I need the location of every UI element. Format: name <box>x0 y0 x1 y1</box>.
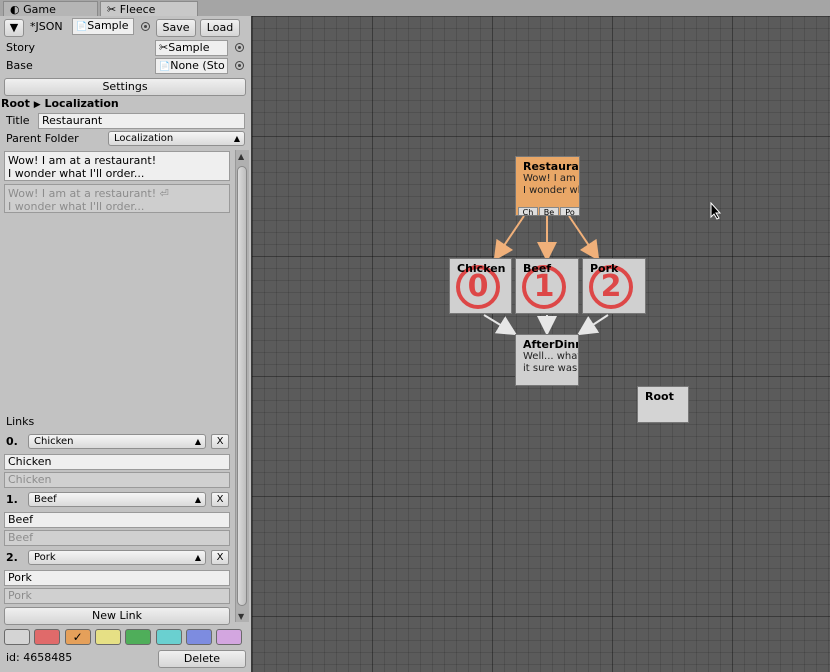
link-target-dropdown[interactable]: Pork ▲︎ <box>28 550 206 565</box>
story-field[interactable]: ✂Sample <box>155 40 228 56</box>
updown-arrows-icon: ▲︎ <box>194 495 201 504</box>
scroll-up-icon[interactable]: ▲ <box>238 152 244 161</box>
link-tab[interactable]: Ch <box>518 207 538 215</box>
document-icon: 📄 <box>76 22 88 32</box>
link-target-value: Chicken <box>34 436 74 447</box>
story-graph-canvas[interactable]: Restaurant Wow! I am at a restaurant! I … <box>251 16 830 672</box>
editor-tab-bar: ◐ Game ✂ Fleece Editor <box>0 0 830 31</box>
link-text-input[interactable]: Pork <box>4 570 230 586</box>
delete-button[interactable]: Delete <box>158 650 246 668</box>
link-index: 0. <box>6 435 18 448</box>
link-target-value: Beef <box>34 494 57 505</box>
node-text: Wow! I am at a restaurant! I wonder what… <box>523 173 579 196</box>
color-swatch[interactable]: ✓ <box>64 629 91 645</box>
link-index: 2. <box>6 551 18 564</box>
node-link-tabs: Ch Be Po <box>516 207 579 215</box>
tab-game-label: Game <box>23 3 56 16</box>
link-target-value: Pork <box>34 552 56 563</box>
tab-fleece-editor[interactable]: ✂ Fleece Editor <box>100 1 198 31</box>
breadcrumb: Root ▶ Localization <box>1 97 119 110</box>
fleece-icon: ✂ <box>159 41 169 54</box>
base-value: None (Sto <box>170 59 225 72</box>
edge-restaurant-chicken <box>493 215 525 261</box>
color-swatch[interactable] <box>185 629 212 645</box>
parent-folder-dropdown[interactable]: Localization ▲︎ <box>108 131 245 146</box>
remove-link-button[interactable]: X <box>211 550 229 565</box>
story-value: Sample <box>168 41 210 54</box>
story-picker-icon[interactable] <box>235 43 244 52</box>
link-index: 1. <box>6 493 18 506</box>
graph-node-beef[interactable]: Beef 1 <box>515 258 579 314</box>
new-link-button[interactable]: New Link <box>4 607 230 625</box>
color-swatch[interactable] <box>34 629 61 645</box>
node-text: Well... what a meal it sure was. <box>523 351 579 374</box>
node-title: Restaurant <box>523 160 579 173</box>
link-text-preview: Pork <box>4 588 230 604</box>
graph-node-chicken[interactable]: Chicken 0 <box>449 258 512 314</box>
graph-node-pork[interactable]: Pork 2 <box>582 258 646 314</box>
breadcrumb-separator-icon: ▶ <box>33 100 41 110</box>
node-title: Pork <box>590 262 619 275</box>
breadcrumb-root[interactable]: Root <box>1 97 30 110</box>
breadcrumb-current: Localization <box>44 97 119 110</box>
color-swatch[interactable] <box>155 629 182 645</box>
base-label: Base <box>6 59 33 72</box>
updown-arrows-icon: ▲︎ <box>194 437 201 446</box>
tab-game[interactable]: ◐ Game <box>3 1 98 16</box>
parent-folder-value: Localization <box>114 133 174 144</box>
node-id-label: id: 4658485 <box>6 651 73 664</box>
remove-link-button[interactable]: X <box>211 434 229 449</box>
color-swatch[interactable] <box>4 629 30 645</box>
link-text-preview: Chicken <box>4 472 230 488</box>
object-picker-icon[interactable] <box>141 22 150 31</box>
graph-node-restaurant[interactable]: Restaurant Wow! I am at a restaurant! I … <box>515 156 580 216</box>
color-swatch[interactable] <box>216 629 243 645</box>
graph-node-afterdinner[interactable]: AfterDinner Well... what a meal it sure … <box>515 334 579 386</box>
title-label: Title <box>6 114 30 127</box>
settings-button[interactable]: Settings <box>4 78 246 96</box>
links-header: Links <box>6 415 35 428</box>
save-button[interactable]: Save <box>156 19 196 37</box>
mouse-cursor-icon <box>710 202 722 220</box>
link-text-input[interactable]: Chicken <box>4 454 230 470</box>
passage-text-input[interactable]: Wow! I am at a restaurant! I wonder what… <box>4 151 230 181</box>
document-icon: 📄 <box>159 62 171 72</box>
checkmark-icon: ✓ <box>72 630 83 644</box>
node-title: Root <box>645 390 674 403</box>
edge-pork-afterdinner <box>576 314 609 336</box>
link-tab[interactable]: Po <box>560 207 579 215</box>
scroll-down-icon[interactable]: ▼ <box>238 612 244 621</box>
story-label: Story <box>6 41 36 54</box>
base-field[interactable]: 📄None (Sto <box>155 58 228 74</box>
link-text-preview: Beef <box>4 530 230 546</box>
remove-link-button[interactable]: X <box>211 492 229 507</box>
link-text-input[interactable]: Beef <box>4 512 230 528</box>
link-target-dropdown[interactable]: Chicken ▲︎ <box>28 434 206 449</box>
color-swatch[interactable] <box>125 629 152 645</box>
load-button[interactable]: Load <box>200 19 240 37</box>
edge-chicken-afterdinner <box>483 314 518 336</box>
edge-restaurant-pork <box>568 215 600 261</box>
base-picker-icon[interactable] <box>235 61 244 70</box>
menu-dropdown-button[interactable]: ▼ <box>4 19 24 37</box>
json-asset-value: Sample <box>87 19 129 32</box>
unity-icon: ◐ <box>10 3 20 16</box>
updown-arrows-icon: ▲︎ <box>233 134 240 143</box>
fleece-icon: ✂ <box>107 3 117 16</box>
json-label: *JSON <box>30 20 63 33</box>
passage-preview: Wow! I am at a restaurant! ⏎ I wonder wh… <box>4 184 230 213</box>
graph-node-root[interactable]: Root <box>637 386 689 423</box>
node-title: AfterDinner <box>523 338 578 351</box>
link-target-dropdown[interactable]: Beef ▲︎ <box>28 492 206 507</box>
parent-folder-label: Parent Folder <box>6 132 79 145</box>
node-title: Beef <box>523 262 552 275</box>
link-tab[interactable]: Be <box>539 207 559 215</box>
scrollbar-thumb[interactable] <box>237 166 247 606</box>
updown-arrows-icon: ▲︎ <box>194 553 201 562</box>
node-title: Chicken <box>457 262 506 275</box>
title-input[interactable]: Restaurant <box>38 113 245 129</box>
color-swatch[interactable] <box>94 629 121 645</box>
json-asset-field[interactable]: 📄Sample <box>72 18 134 35</box>
